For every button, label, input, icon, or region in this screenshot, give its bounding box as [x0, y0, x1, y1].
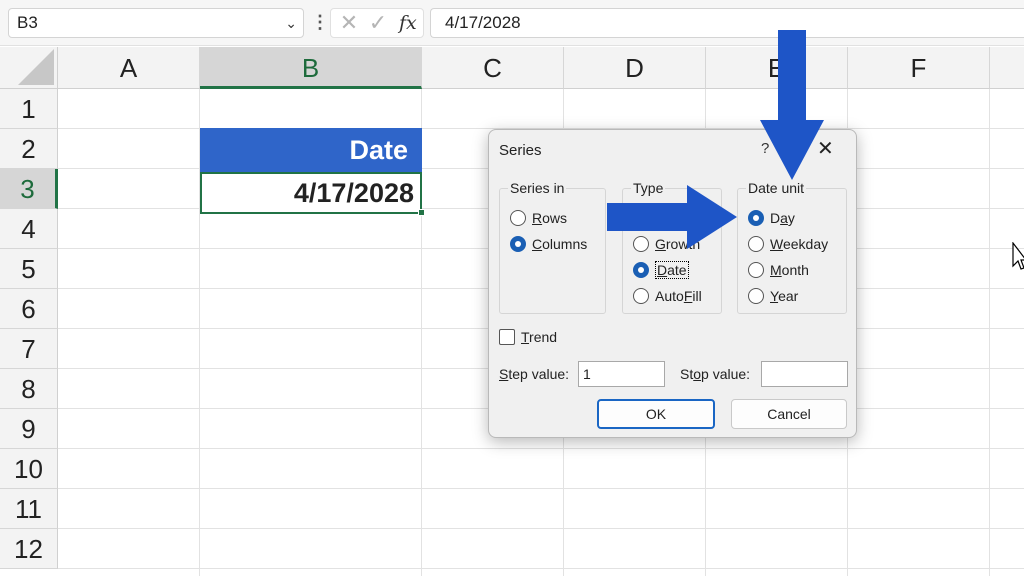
- column-header-d[interactable]: D: [564, 47, 706, 89]
- name-box[interactable]: B3 ⌄: [8, 8, 304, 38]
- mouse-cursor-icon: [1012, 242, 1024, 270]
- radio-rows[interactable]: Rows: [510, 208, 567, 228]
- row-header-5[interactable]: 5: [0, 249, 58, 289]
- radio-icon[interactable]: [633, 288, 649, 304]
- date-unit-label: Date unit: [746, 180, 807, 196]
- formula-input[interactable]: 4/17/2028: [430, 8, 1024, 38]
- radio-icon[interactable]: [748, 236, 764, 252]
- radio-date-label: Date: [655, 261, 689, 279]
- gridline: [989, 89, 990, 576]
- cell-b3[interactable]: 4/17/2028: [200, 172, 422, 214]
- cancel-entry-icon[interactable]: ✕: [337, 9, 361, 37]
- checkbox-icon[interactable]: [499, 329, 515, 345]
- column-header-b[interactable]: B: [200, 47, 422, 89]
- radio-columns[interactable]: Columns: [510, 234, 587, 254]
- row-header-11[interactable]: 11: [0, 489, 58, 529]
- radio-autofill-label: AutoFill: [655, 288, 702, 304]
- series-in-group: Series in Rows Columns: [499, 180, 606, 314]
- radio-icon[interactable]: [748, 262, 764, 278]
- trend-label: Trend: [521, 329, 558, 345]
- column-header-a[interactable]: A: [58, 47, 200, 89]
- radio-month-label: Month: [770, 262, 809, 278]
- row-header-4[interactable]: 4: [0, 209, 58, 249]
- column-header-f[interactable]: F: [848, 47, 990, 89]
- ok-button[interactable]: OK: [597, 399, 715, 429]
- row-header-9[interactable]: 9: [0, 409, 58, 449]
- stop-value-label: Stop value:: [680, 366, 751, 382]
- gridline: [58, 528, 1024, 529]
- cell-b2[interactable]: Date: [200, 128, 422, 172]
- row-header-1[interactable]: 1: [0, 89, 58, 129]
- cancel-button[interactable]: Cancel: [731, 399, 847, 429]
- row-header-6[interactable]: 6: [0, 289, 58, 329]
- row-header-2[interactable]: 2: [0, 129, 58, 169]
- radio-weekday[interactable]: Weekday: [748, 234, 828, 254]
- more-options-icon[interactable]: ⋮: [311, 8, 329, 38]
- insert-function-icon[interactable]: fx: [399, 9, 417, 37]
- radio-day-label: Day: [770, 210, 795, 226]
- stop-value-input[interactable]: [761, 361, 848, 387]
- radio-selected-icon[interactable]: [633, 262, 649, 278]
- trend-checkbox[interactable]: Trend: [499, 329, 557, 345]
- column-header-next[interactable]: [990, 47, 1024, 89]
- radio-day[interactable]: Day: [748, 208, 795, 228]
- radio-columns-label: Columns: [532, 236, 588, 252]
- gridline: [58, 568, 1024, 569]
- confirm-entry-icon[interactable]: ✓: [365, 9, 391, 37]
- row-header-8[interactable]: 8: [0, 369, 58, 409]
- name-box-value: B3: [17, 13, 38, 32]
- row-header-12[interactable]: 12: [0, 529, 58, 569]
- series-in-label: Series in: [508, 180, 567, 196]
- row-header-10[interactable]: 10: [0, 449, 58, 489]
- arrow-right-icon: [607, 185, 737, 249]
- step-value-label: Step value:: [499, 366, 570, 382]
- row-header-3[interactable]: 3: [0, 169, 58, 209]
- radio-autofill[interactable]: AutoFill: [633, 286, 702, 306]
- step-value-input[interactable]: 1: [578, 361, 665, 387]
- radio-rows-label: Rows: [532, 210, 568, 226]
- gridline: [58, 488, 1024, 489]
- gridline: [58, 448, 1024, 449]
- radio-selected-icon[interactable]: [510, 236, 526, 252]
- select-all-button[interactable]: [0, 47, 58, 89]
- formula-buttons: ✕ ✓ fx: [330, 8, 424, 38]
- dialog-title: Series: [499, 142, 542, 159]
- chevron-down-icon[interactable]: ⌄: [285, 9, 297, 37]
- arrow-down-icon: [760, 30, 824, 180]
- fill-handle[interactable]: [418, 209, 425, 216]
- row-header-7[interactable]: 7: [0, 329, 58, 369]
- radio-icon[interactable]: [510, 210, 526, 226]
- radio-year-label: Year: [770, 288, 799, 304]
- formula-bar: B3 ⌄ ⋮ ✕ ✓ fx 4/17/2028: [0, 0, 1024, 46]
- radio-selected-icon[interactable]: [748, 210, 764, 226]
- column-header-c[interactable]: C: [422, 47, 564, 89]
- radio-date[interactable]: Date: [633, 260, 689, 280]
- date-unit-group: Date unit Day Weekday Month Year: [737, 180, 847, 314]
- radio-year[interactable]: Year: [748, 286, 798, 306]
- radio-icon[interactable]: [748, 288, 764, 304]
- radio-month[interactable]: Month: [748, 260, 809, 280]
- radio-weekday-label: Weekday: [770, 236, 829, 252]
